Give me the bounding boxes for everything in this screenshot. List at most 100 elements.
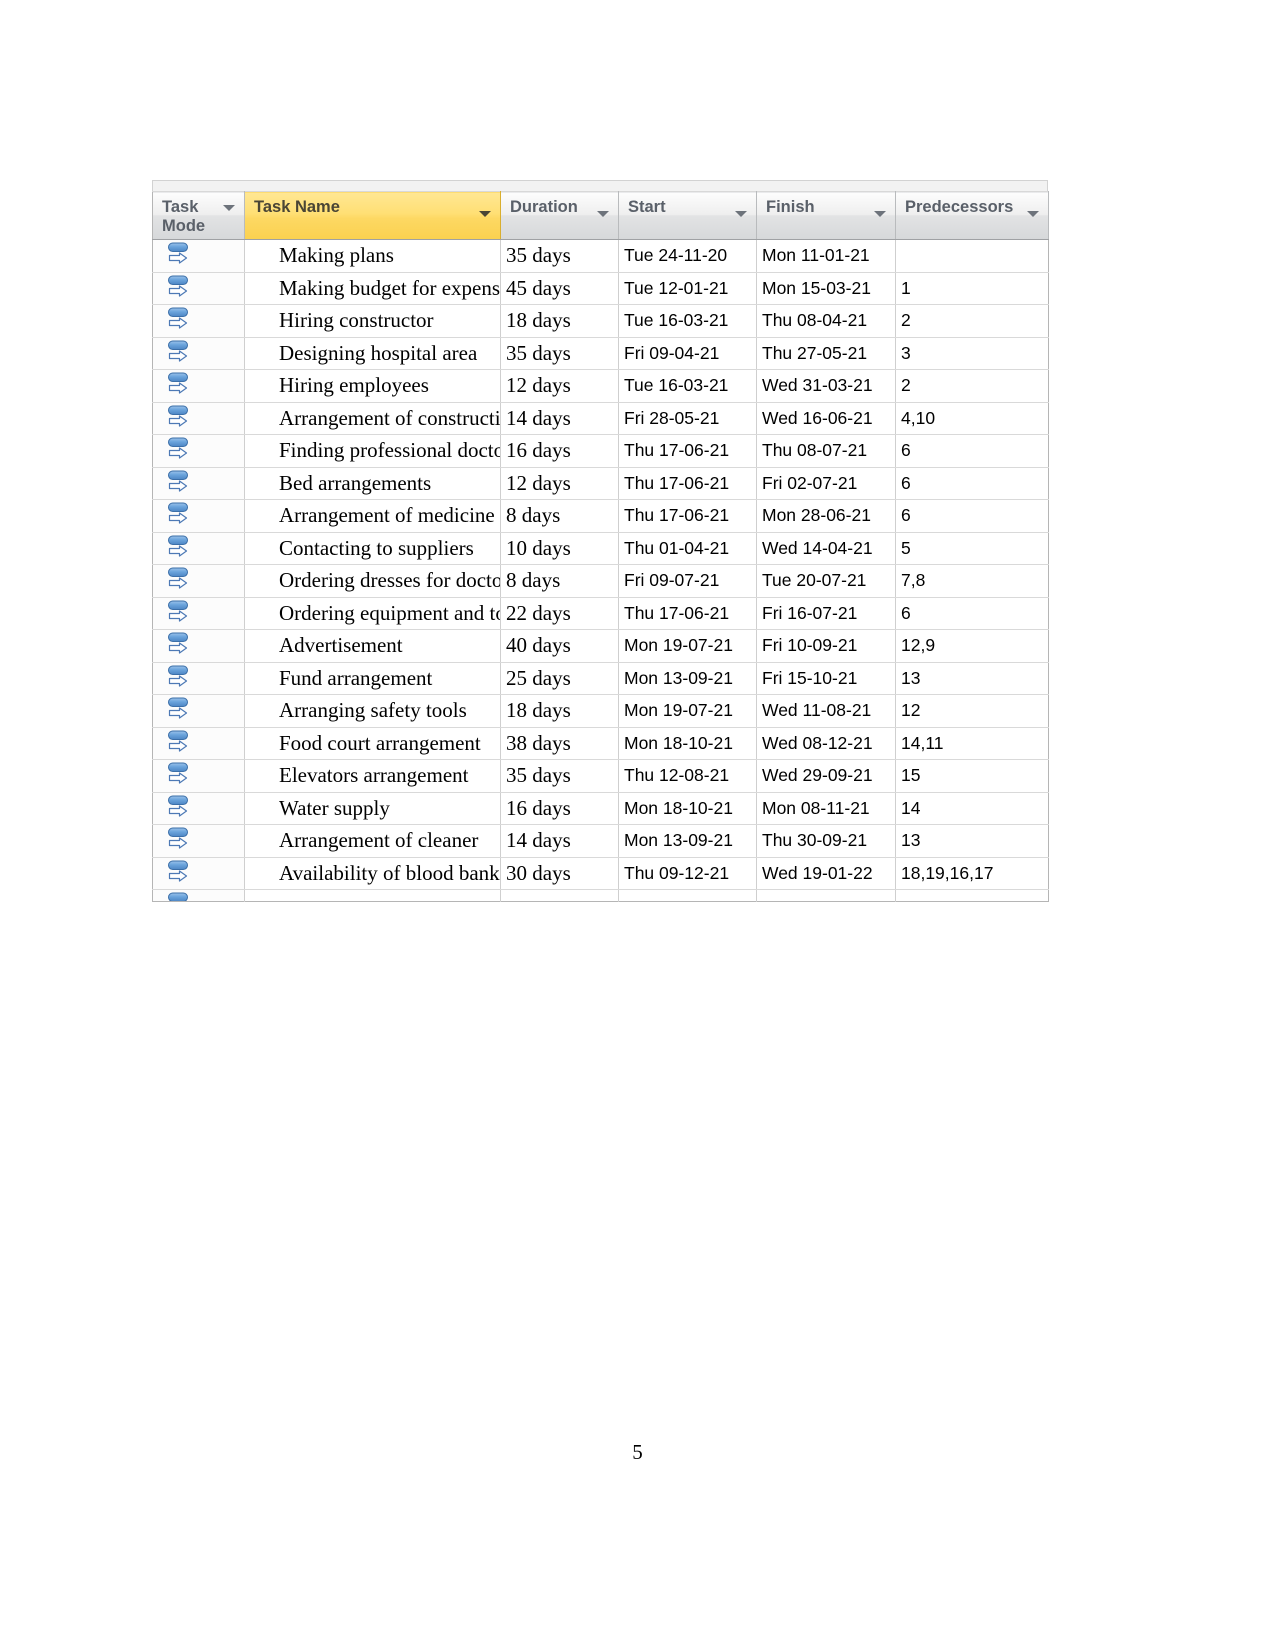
cell-task-mode[interactable]: [152, 369, 245, 403]
auto-scheduled-icon[interactable]: [167, 632, 197, 660]
cell-predecessors[interactable]: 18,19,16,17: [895, 857, 1049, 890]
cell-duration[interactable]: 12 days: [500, 369, 619, 403]
cell-predecessors[interactable]: 14,11: [895, 727, 1049, 760]
cell-duration[interactable]: 14 days: [500, 402, 619, 435]
cell-task-mode[interactable]: [152, 662, 245, 695]
chevron-down-icon[interactable]: [735, 211, 747, 217]
cell-task-mode[interactable]: [152, 564, 245, 598]
cell-start[interactable]: Tue 16-03-21: [618, 369, 757, 403]
cell-predecessors[interactable]: 12,9: [895, 629, 1049, 663]
auto-scheduled-icon[interactable]: [167, 535, 197, 563]
cell-start[interactable]: Thu 01-04-21: [618, 532, 757, 565]
cell-finish[interactable]: Wed 14-04-21: [756, 532, 896, 565]
auto-scheduled-icon[interactable]: [167, 470, 197, 498]
cell-task-name[interactable]: Finding professional doctors: [244, 434, 501, 468]
chevron-down-icon[interactable]: [1027, 211, 1039, 217]
chevron-down-icon[interactable]: [223, 205, 235, 211]
cell-task-name[interactable]: Contacting to suppliers: [244, 532, 501, 565]
cell-start[interactable]: Fri 09-04-21: [618, 337, 757, 370]
cell-finish[interactable]: Mon 15-03-21: [756, 272, 896, 305]
table-row[interactable]: Making budget for expenses 45 days Tue 12-…: [152, 272, 1049, 305]
cell-task-name[interactable]: Ordering dresses for doctors: [244, 564, 501, 598]
table-row[interactable]: Hiring employees 12 days Tue 16-03-21 Wed 3…: [152, 369, 1049, 403]
cell-predecessors[interactable]: 15: [895, 759, 1049, 793]
auto-scheduled-icon[interactable]: [167, 600, 197, 628]
cell-start[interactable]: Fri 28-05-21: [618, 402, 757, 435]
cell-start[interactable]: Tue 24-11-20: [618, 239, 757, 273]
cell-task-name[interactable]: Making plans: [244, 239, 501, 273]
cell-finish[interactable]: Wed 19-01-22: [756, 857, 896, 890]
table-row[interactable]: Availability of blood bank 30 days Thu 09-…: [152, 857, 1049, 890]
cell-predecessors[interactable]: 6: [895, 499, 1049, 533]
cell-task-name[interactable]: Arranging safety tools: [244, 694, 501, 728]
cell-start[interactable]: Mon 13-09-21: [618, 824, 757, 858]
column-header-start[interactable]: Start: [618, 191, 757, 240]
chevron-down-icon[interactable]: [479, 211, 491, 217]
table-row[interactable]: Bed arrangements 12 days Thu 17-06-21 Fri 0…: [152, 467, 1049, 500]
table-row[interactable]: Fund arrangement 25 days Mon 13-09-21 Fri 1…: [152, 662, 1049, 695]
cell-duration[interactable]: 35 days: [500, 759, 619, 793]
cell-task-mode[interactable]: [152, 694, 245, 728]
table-row[interactable]: Ordering dresses for doctors 8 days Fri 09…: [152, 564, 1049, 598]
cell-duration[interactable]: 12 days: [500, 467, 619, 500]
cell-task-name[interactable]: Elevators arrangement: [244, 759, 501, 793]
cell-predecessors[interactable]: 2: [895, 304, 1049, 338]
cell-start[interactable]: Thu 17-06-21: [618, 597, 757, 630]
cell-duration[interactable]: 8 days: [500, 564, 619, 598]
cell-task-name[interactable]: Bed arrangements: [244, 467, 501, 500]
cell-predecessors[interactable]: 5: [895, 532, 1049, 565]
table-row[interactable]: Finding professional doctors 16 days Thu 1…: [152, 434, 1049, 468]
auto-scheduled-icon[interactable]: [167, 275, 197, 303]
auto-scheduled-icon[interactable]: [167, 795, 197, 823]
auto-scheduled-icon[interactable]: [167, 372, 197, 400]
cell-predecessors[interactable]: 1: [895, 272, 1049, 305]
cell-finish[interactable]: Thu 27-05-21: [756, 337, 896, 370]
cell-finish[interactable]: Tue 20-07-21: [756, 564, 896, 598]
cell-start[interactable]: Tue 16-03-21: [618, 304, 757, 338]
chevron-down-icon[interactable]: [597, 211, 609, 217]
cell-finish[interactable]: Fri 16-07-21: [756, 597, 896, 630]
cell-task-mode[interactable]: [152, 272, 245, 305]
cell-start[interactable]: Thu 12-08-21: [618, 759, 757, 793]
cell-finish[interactable]: Fri 02-07-21: [756, 467, 896, 500]
cell-finish[interactable]: Wed 29-09-21: [756, 759, 896, 793]
auto-scheduled-icon[interactable]: [167, 405, 197, 433]
column-header-duration[interactable]: Duration: [500, 191, 619, 240]
cell-task-name[interactable]: Fund arrangement: [244, 662, 501, 695]
cell-start[interactable]: Mon 18-10-21: [618, 792, 757, 825]
cell-task-mode[interactable]: [152, 727, 245, 760]
cell-task-mode[interactable]: [152, 629, 245, 663]
cell-finish[interactable]: Wed 11-08-21: [756, 694, 896, 728]
table-row[interactable]: Ordering equipment and tools22 daysThu 1…: [152, 597, 1049, 630]
cell-finish[interactable]: Mon 11-01-21: [756, 239, 896, 273]
table-row[interactable]: Elevators arrangement 35 days Thu 12-08-21…: [152, 759, 1049, 793]
cell-task-name[interactable]: Hiring employees: [244, 369, 501, 403]
cell-duration[interactable]: 40 days: [500, 629, 619, 663]
auto-scheduled-icon[interactable]: [167, 665, 197, 693]
cell-task-mode[interactable]: [152, 434, 245, 468]
cell-task-name[interactable]: Making budget for expenses: [244, 272, 501, 305]
auto-scheduled-icon[interactable]: [167, 697, 197, 725]
auto-scheduled-icon[interactable]: [167, 892, 197, 902]
table-row[interactable]: Food court arrangement 38 days Mon 18-10-2…: [152, 727, 1049, 760]
cell-duration[interactable]: 14 days: [500, 824, 619, 858]
column-header-finish[interactable]: Finish: [756, 191, 896, 240]
auto-scheduled-icon[interactable]: [167, 730, 197, 758]
cell-duration[interactable]: 16 days: [500, 792, 619, 825]
cell-task-name[interactable]: Arrangement of cleaner: [244, 824, 501, 858]
cell-start[interactable]: Mon 13-09-21: [618, 662, 757, 695]
cell-task-mode[interactable]: [152, 337, 245, 370]
auto-scheduled-icon[interactable]: [167, 502, 197, 530]
cell-predecessors[interactable]: 13: [895, 824, 1049, 858]
cell-finish[interactable]: Mon 08-11-21: [756, 792, 896, 825]
cell-duration[interactable]: 35 days: [500, 239, 619, 273]
cell-task-name[interactable]: Food court arrangement: [244, 727, 501, 760]
column-header-predecessors[interactable]: Predecessors: [895, 191, 1049, 240]
cell-finish[interactable]: Fri 10-09-21: [756, 629, 896, 663]
auto-scheduled-icon[interactable]: [167, 437, 197, 465]
auto-scheduled-icon[interactable]: [167, 827, 197, 855]
cell-task-mode[interactable]: [152, 857, 245, 890]
cell-finish[interactable]: Thu 08-04-21: [756, 304, 896, 338]
cell-duration[interactable]: 16 days: [500, 434, 619, 468]
auto-scheduled-icon[interactable]: [167, 307, 197, 335]
